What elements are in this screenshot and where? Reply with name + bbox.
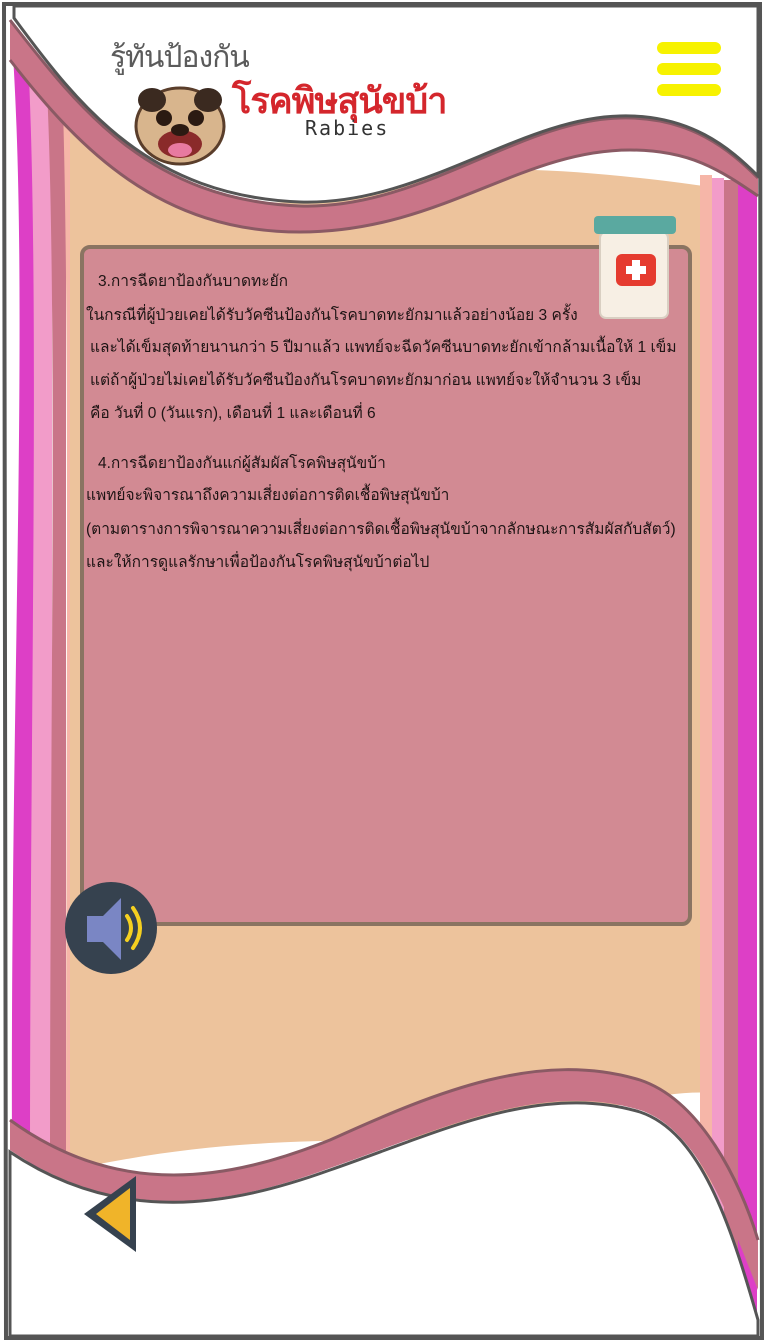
section3-line-2: และได้เข็มสุดท้ายนานกว่า 5 ปีมาแล้ว แพทย… bbox=[90, 339, 677, 356]
logo-title-line1: รู้ทันป้องกัน bbox=[110, 40, 250, 75]
medicine-jar-icon bbox=[594, 216, 676, 319]
section4-line-3: และให้การดูแลรักษาเพื่อป้องกันโรคพิษสุนั… bbox=[86, 554, 430, 571]
section3-line-3: แต่ถ้าผู้ป่วยไม่เคยได้รับวัคซีนป้องกันโร… bbox=[90, 372, 642, 389]
section3-line-4: คือ วันที่ 0 (วันแรก), เดือนที่ 1 และเดื… bbox=[90, 405, 376, 422]
page: รู้ทันป้องกัน โรคพิษสุนัขบ้า Rabies 3.กา… bbox=[0, 0, 765, 1342]
logo-subtitle: Rabies bbox=[305, 116, 390, 140]
speaker-icon[interactable] bbox=[63, 880, 160, 977]
pug-dog-logo bbox=[134, 86, 226, 166]
section4-line-2: (ตามตารางการพิจารณาความเสี่ยงต่อการติดเช… bbox=[86, 521, 676, 538]
section3-heading: 3.การฉีดยาป้องกันบาดทะยัก bbox=[98, 273, 289, 290]
section3-line-1: ในกรณีที่ผู้ป่วยเคยได้รับวัคซีนป้องกันโร… bbox=[86, 307, 578, 324]
section4-line-1: แพทย์จะพิจารณาถึงความเสี่ยงต่อการติดเชื้… bbox=[86, 487, 450, 504]
back-arrow-icon[interactable] bbox=[80, 1174, 142, 1254]
hamburger-menu-icon[interactable] bbox=[657, 42, 721, 98]
section4-heading: 4.การฉีดยาป้องกันแก่ผู้สัมผัสโรคพิษสุนัข… bbox=[98, 455, 386, 472]
